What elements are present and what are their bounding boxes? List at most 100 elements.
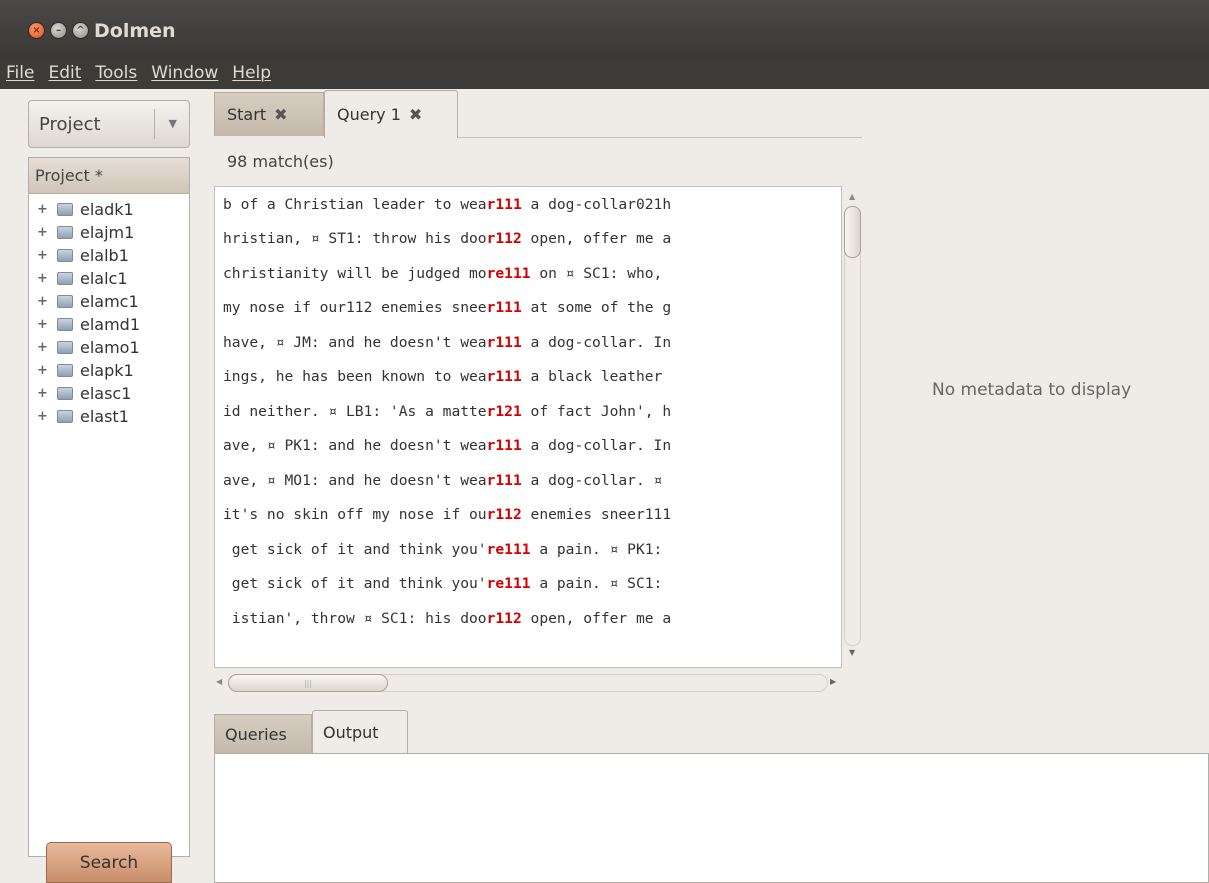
left-context: id neither. ¤ LB1: 'As a matte bbox=[223, 402, 487, 420]
database-icon bbox=[57, 295, 73, 308]
tree-item-elasc1[interactable]: + elasc1 bbox=[29, 382, 189, 405]
maximize-window-button[interactable]: ^ bbox=[72, 22, 89, 39]
tree-item-elast1[interactable]: + elast1 bbox=[29, 405, 189, 428]
expand-icon[interactable]: + bbox=[37, 294, 51, 309]
close-icon[interactable]: ✖ bbox=[274, 105, 287, 124]
scroll-thumb[interactable] bbox=[844, 206, 861, 258]
result-row[interactable]: get sick of it and think you' re111 a pai… bbox=[215, 567, 841, 602]
output-pane[interactable] bbox=[214, 753, 1209, 883]
close-icon[interactable]: ✖ bbox=[409, 105, 422, 124]
expand-icon[interactable]: + bbox=[37, 363, 51, 378]
tab-output[interactable]: Output bbox=[312, 710, 408, 754]
expand-icon[interactable]: + bbox=[37, 386, 51, 401]
database-icon bbox=[57, 249, 73, 262]
menu-tools[interactable]: Tools bbox=[95, 63, 137, 83]
expand-icon[interactable]: + bbox=[37, 317, 51, 332]
match-keyword: r111 bbox=[486, 195, 522, 213]
result-row[interactable]: christianity will be judged mo re111 on ¤… bbox=[215, 256, 841, 291]
tree-item-elalc1[interactable]: + elalc1 bbox=[29, 267, 189, 290]
right-context: a dog-collar. ¤ bbox=[521, 471, 663, 489]
result-row[interactable]: b of a Christian leader to wea r111 a dog… bbox=[215, 187, 841, 222]
tree-item-label: elajm1 bbox=[80, 223, 135, 242]
tree-item-elalb1[interactable]: + elalb1 bbox=[29, 244, 189, 267]
result-row[interactable]: my nose if our112 enemies snee r111 at so… bbox=[215, 291, 841, 326]
left-context: my nose if our112 enemies snee bbox=[223, 299, 487, 317]
menu-edit[interactable]: Edit bbox=[48, 63, 81, 83]
right-context: a dog-collar021h bbox=[521, 195, 672, 213]
tree-item-label: elamd1 bbox=[80, 315, 141, 334]
left-context: it's no skin off my nose if ou bbox=[223, 506, 487, 524]
tree-item-label: elamc1 bbox=[80, 292, 139, 311]
result-row[interactable]: hristian, ¤ ST1: throw his doo r112 open,… bbox=[215, 222, 841, 257]
match-keyword: r111 bbox=[486, 368, 522, 386]
tree-item-elamo1[interactable]: + elamo1 bbox=[29, 336, 189, 359]
result-row[interactable]: id neither. ¤ LB1: 'As a matte r121 of fa… bbox=[215, 394, 841, 429]
database-icon bbox=[57, 410, 73, 423]
right-context: a black leather bbox=[521, 368, 663, 386]
database-icon bbox=[57, 318, 73, 331]
tree-item-eladk1[interactable]: + eladk1 bbox=[29, 198, 189, 221]
tree-item-elamc1[interactable]: + elamc1 bbox=[29, 290, 189, 313]
tab-query-1[interactable]: Query 1 ✖ bbox=[324, 90, 458, 138]
window-controls: × – ^ bbox=[28, 22, 89, 39]
expand-icon[interactable]: + bbox=[37, 271, 51, 286]
match-keyword: r112 bbox=[486, 506, 522, 524]
right-context: a pain. ¤ PK1: bbox=[530, 540, 663, 558]
right-context: of fact John', h bbox=[521, 402, 672, 420]
expand-icon[interactable]: + bbox=[37, 340, 51, 355]
tree-item-label: elamo1 bbox=[80, 338, 140, 357]
database-icon bbox=[57, 387, 73, 400]
tab-queries[interactable]: Queries bbox=[214, 714, 312, 754]
horizontal-scroll-thumb[interactable]: ||| bbox=[228, 674, 388, 692]
left-context: ave, ¤ PK1: and he doesn't wea bbox=[223, 437, 487, 455]
tree-item-label: elalb1 bbox=[80, 246, 129, 265]
result-row[interactable]: ave, ¤ MO1: and he doesn't wea r111 a dog… bbox=[215, 463, 841, 498]
database-icon bbox=[57, 341, 73, 354]
tree-item-label: eladk1 bbox=[80, 200, 134, 219]
expand-icon[interactable]: + bbox=[37, 225, 51, 240]
tree-item-label: elapk1 bbox=[80, 361, 134, 380]
expand-icon[interactable]: + bbox=[37, 409, 51, 424]
vertical-scrollbar[interactable]: ▲ ▼ bbox=[842, 186, 864, 668]
match-keyword: r111 bbox=[486, 299, 522, 317]
tree-item-elapk1[interactable]: + elapk1 bbox=[29, 359, 189, 382]
minimize-window-button[interactable]: – bbox=[50, 22, 67, 39]
result-row[interactable]: get sick of it and think you' re111 a pai… bbox=[215, 532, 841, 567]
scroll-down-icon[interactable]: ▼ bbox=[849, 648, 855, 657]
left-context: istian', throw ¤ SC1: his doo bbox=[223, 609, 487, 627]
close-window-button[interactable]: × bbox=[28, 22, 45, 39]
database-icon bbox=[57, 272, 73, 285]
result-row[interactable]: have, ¤ JM: and he doesn't wea r111 a dog… bbox=[215, 325, 841, 360]
horizontal-scrollbar[interactable]: ◀ ||| ▶ bbox=[214, 668, 842, 698]
right-context: a dog-collar. In bbox=[521, 333, 672, 351]
expand-icon[interactable]: + bbox=[37, 248, 51, 263]
result-row[interactable]: ings, he has been known to wea r111 a bla… bbox=[215, 360, 841, 395]
tree-item-elajm1[interactable]: + elajm1 bbox=[29, 221, 189, 244]
result-row[interactable]: it's no skin off my nose if ou r112 enemi… bbox=[215, 498, 841, 533]
project-dropdown[interactable]: Project ▼ bbox=[28, 100, 190, 148]
project-tree-header[interactable]: Project * bbox=[29, 158, 189, 194]
metadata-placeholder: No metadata to display bbox=[932, 380, 1132, 400]
search-button[interactable]: Search bbox=[46, 842, 172, 883]
left-context: hristian, ¤ ST1: throw his doo bbox=[223, 230, 487, 248]
menu-bar: File Edit Tools Window Help bbox=[0, 57, 1209, 89]
menu-file[interactable]: File bbox=[6, 63, 34, 83]
scroll-right-icon[interactable]: ▶ bbox=[830, 677, 836, 686]
result-row[interactable]: istian', throw ¤ SC1: his doo r112 open, … bbox=[215, 601, 841, 636]
right-context: open, offer me a bbox=[521, 609, 672, 627]
menu-window[interactable]: Window bbox=[151, 63, 218, 83]
menu-help[interactable]: Help bbox=[232, 63, 271, 83]
tree-item-elamd1[interactable]: + elamd1 bbox=[29, 313, 189, 336]
scroll-track[interactable] bbox=[844, 206, 861, 646]
match-keyword: r111 bbox=[486, 437, 522, 455]
right-context: enemies sneer111 bbox=[521, 506, 672, 524]
left-context: have, ¤ JM: and he doesn't wea bbox=[223, 333, 487, 351]
left-context: christianity will be judged mo bbox=[223, 264, 487, 282]
result-row[interactable]: ave, ¤ PK1: and he doesn't wea r111 a dog… bbox=[215, 429, 841, 464]
left-context: get sick of it and think you' bbox=[223, 540, 487, 558]
tab-start[interactable]: Start ✖ bbox=[214, 92, 324, 136]
concordance-results[interactable]: b of a Christian leader to wea r111 a dog… bbox=[214, 186, 842, 668]
expand-icon[interactable]: + bbox=[37, 202, 51, 217]
scroll-left-icon[interactable]: ◀ bbox=[216, 677, 222, 686]
scroll-up-icon[interactable]: ▲ bbox=[849, 192, 855, 201]
